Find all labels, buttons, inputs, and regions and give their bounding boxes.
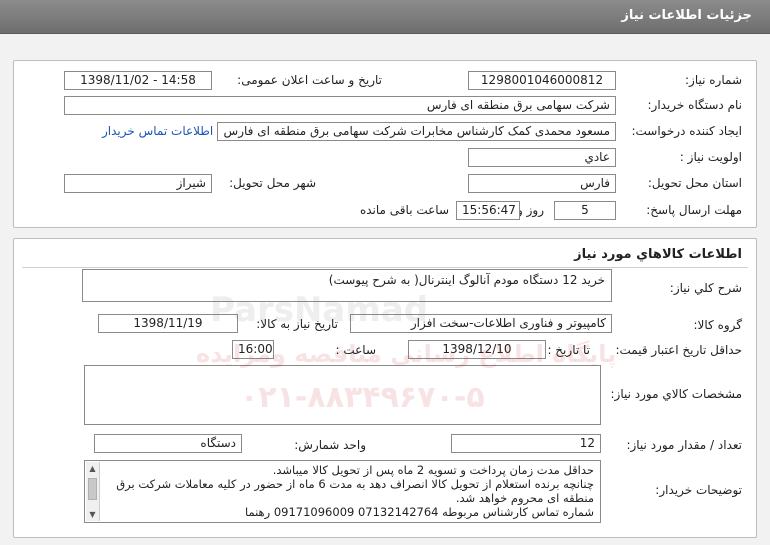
notes-scrollbar[interactable]: ▲ ▼ xyxy=(86,462,100,521)
desc-label: شرح کلي نياز: xyxy=(669,281,742,295)
notes-field[interactable]: ▲ ▼ حداقل مدت زمان پرداخت و تسويه 2 ماه … xyxy=(84,460,601,523)
city-field[interactable]: شيراز xyxy=(64,174,212,193)
scroll-up-icon[interactable]: ▲ xyxy=(86,462,99,475)
unit-field[interactable]: دستگاه xyxy=(94,434,242,453)
to-date-label: تا تاريخ : xyxy=(547,343,590,357)
creator-field[interactable]: مسعود محمدی کمک کارشناس مخابرات شرکت سها… xyxy=(217,122,616,141)
desc-field[interactable]: خريد 12 دستگاه مودم آنالوگ اينترنال( به … xyxy=(82,269,612,302)
scroll-down-icon[interactable]: ▼ xyxy=(86,508,99,521)
specs-label: مشخصات کالاي مورد نياز: xyxy=(610,387,742,401)
buyer-field[interactable]: شرکت سهامی برق منطقه ای فارس xyxy=(64,96,616,115)
section-divider xyxy=(22,267,748,268)
announce-field[interactable]: 1398/11/02 - 14:58 xyxy=(64,71,212,90)
qty-label: تعداد / مقدار مورد نياز: xyxy=(626,438,742,452)
hour-field[interactable]: 16:00 xyxy=(232,340,274,359)
notes-line: چنانچه برنده استعلام از تحويل کالا انصرا… xyxy=(116,477,594,491)
group-label: گروه کالا: xyxy=(693,318,743,332)
remaining-label: ساعت باقی مانده xyxy=(359,203,449,217)
priority-field[interactable]: عادي xyxy=(468,148,616,167)
deadline-label: مهلت ارسال پاسخ: xyxy=(646,203,742,217)
goods-panel: اطلاعات کالاهاي مورد نياز شرح کلي نياز: … xyxy=(13,238,757,538)
need-number-label: شماره نياز: xyxy=(685,73,742,87)
need-number-field[interactable]: 1298001046000812 xyxy=(468,71,616,90)
notes-line: حداقل مدت زمان پرداخت و تسويه 2 ماه پس ا… xyxy=(272,463,594,477)
days-label: روز و xyxy=(517,203,544,217)
need-date-label: تاريخ نياز به کالا: xyxy=(256,317,338,331)
province-label: استان محل تحويل: xyxy=(647,176,742,190)
to-date-field[interactable]: 1398/12/10 xyxy=(408,340,546,359)
city-label: شهر محل تحويل: xyxy=(229,176,316,190)
notes-line: منطقه ای محروم خواهد شد. xyxy=(455,491,594,505)
remaining-time-field[interactable]: 15:56:47 xyxy=(456,201,520,220)
need-date-field[interactable]: 1398/11/19 xyxy=(98,314,238,333)
hour-label: ساعت : xyxy=(335,343,376,357)
buyer-label: نام دستگاه خريدار: xyxy=(647,98,743,112)
validity-label: حداقل تاريخ اعتبار قيمت: xyxy=(615,343,742,357)
title-bar: جزئيات اطلاعات نياز xyxy=(0,0,770,34)
buyer-contact-link[interactable]: اطلاعات تماس خريدار xyxy=(102,124,213,138)
unit-label: واحد شمارش: xyxy=(294,438,366,452)
province-field[interactable]: فارس xyxy=(468,174,616,193)
scroll-thumb[interactable] xyxy=(88,478,97,500)
page-title: جزئيات اطلاعات نياز xyxy=(621,8,752,23)
goods-section-title: اطلاعات کالاهاي مورد نياز xyxy=(574,247,742,262)
need-info-panel: شماره نياز: 1298001046000812 تاريخ و ساع… xyxy=(13,60,757,228)
notes-line: شماره تماس کارشناس مربوطه 07132142764 09… xyxy=(244,505,594,519)
days-field[interactable]: 5 xyxy=(554,201,616,220)
specs-field[interactable] xyxy=(84,365,601,425)
group-field[interactable]: کامپيوتر و فناوری اطلاعات-سخت افزار xyxy=(350,314,612,333)
notes-label: توضيحات خريدار: xyxy=(655,483,742,497)
creator-label: ايجاد کننده درخواست: xyxy=(631,124,742,138)
announce-label: تاريخ و ساعت اعلان عمومی: xyxy=(237,73,382,87)
priority-label: اولويت نياز : xyxy=(679,150,742,164)
qty-field[interactable]: 12 xyxy=(451,434,601,453)
